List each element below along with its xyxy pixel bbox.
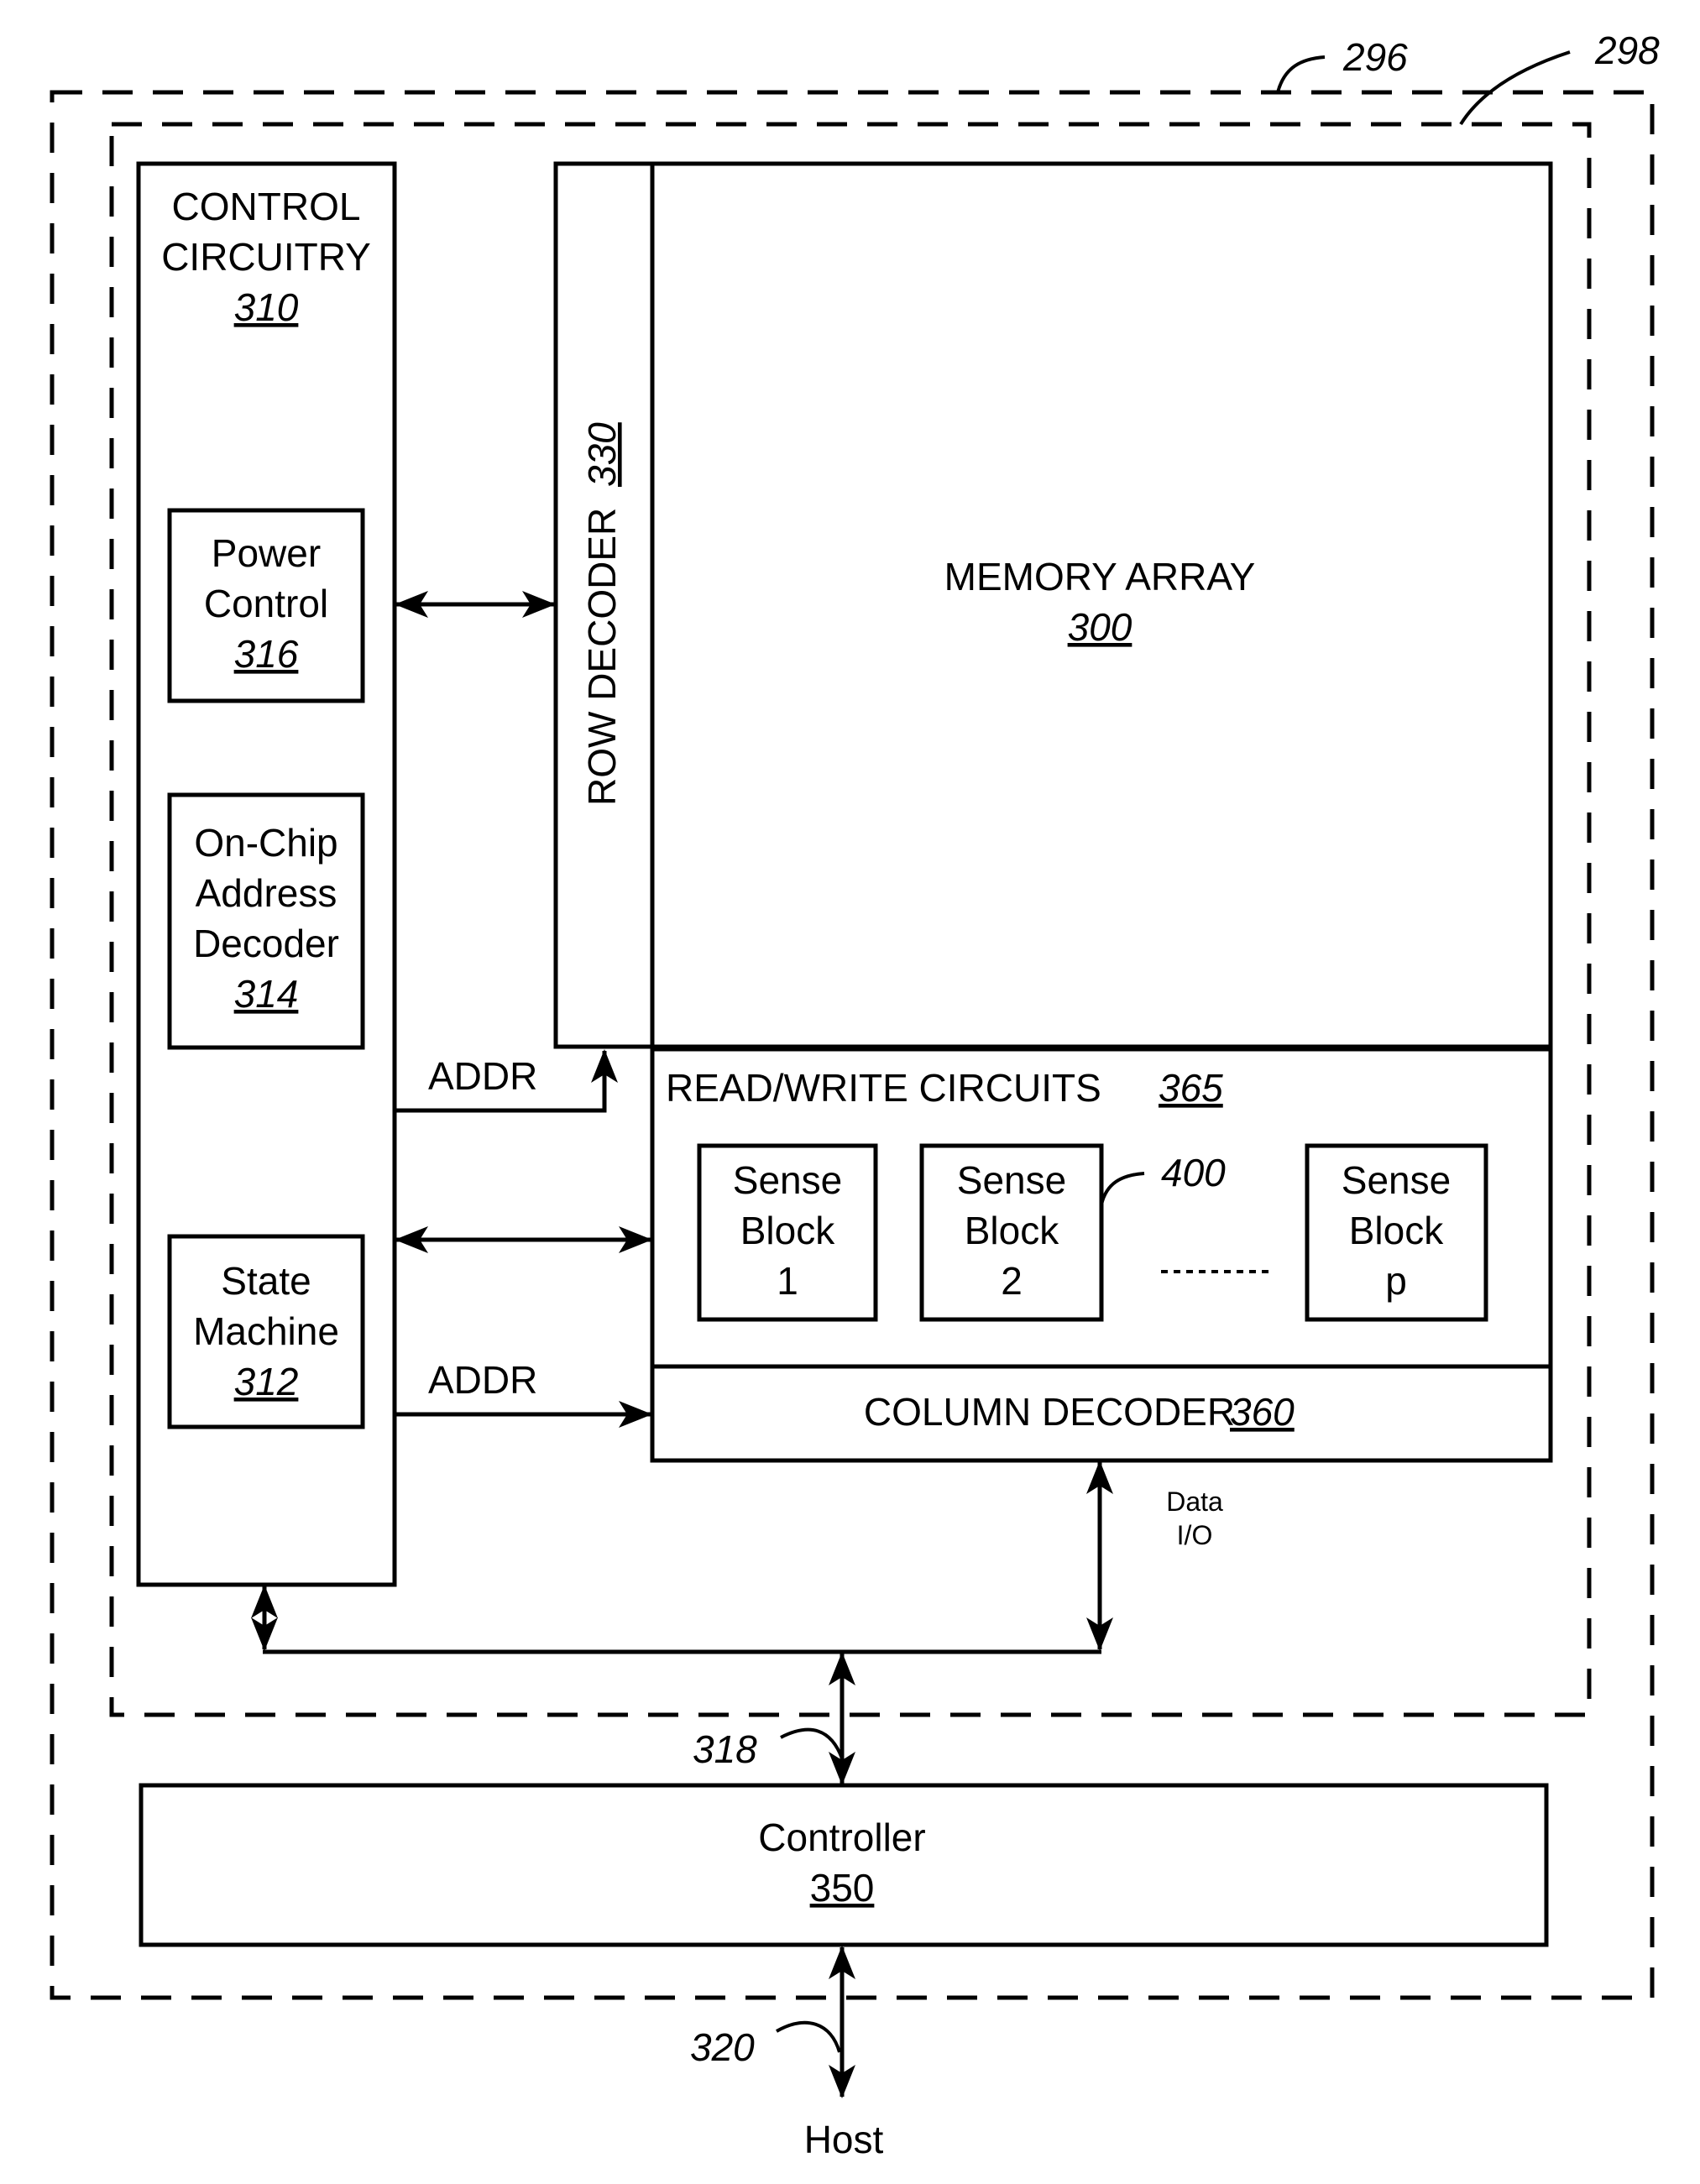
control-circuitry-ref: 310	[234, 285, 299, 329]
control-circuitry-title-2: CIRCUITRY	[161, 235, 371, 279]
callout-400: 400	[1161, 1151, 1226, 1194]
sense-block-2: Sense Block 2	[919, 1143, 1104, 1322]
address-decoder-line3: Decoder	[193, 922, 339, 965]
memory-array-ref: 300	[1068, 605, 1132, 649]
controller-ref: 350	[810, 1866, 875, 1910]
data-io-label-1: Data	[1166, 1486, 1223, 1517]
state-machine-block: State Machine 312	[167, 1234, 365, 1429]
state-machine-line1: State	[221, 1259, 311, 1303]
sense-block-1: Sense Block 1	[697, 1143, 878, 1322]
state-machine-ref: 312	[234, 1360, 299, 1403]
address-decoder-line2: Address	[196, 871, 337, 915]
controller-label: Controller	[758, 1816, 925, 1859]
power-control-line2: Control	[204, 582, 328, 625]
callout-320: 320	[690, 2025, 755, 2069]
address-decoder-block: On-Chip Address Decoder 314	[167, 792, 365, 1050]
state-machine-line2: Machine	[193, 1309, 339, 1353]
sense-block-1-line2: Block	[740, 1209, 835, 1252]
column-decoder-label: COLUMN DECODER	[864, 1390, 1235, 1434]
sense-block-1-line3: 1	[777, 1259, 798, 1303]
callout-leader-296	[1276, 55, 1326, 93]
control-circuitry-title-1: CONTROL	[172, 185, 361, 228]
row-decoder-block: ROW DECODER 330	[553, 161, 655, 1049]
row-decoder-ref: 330	[580, 422, 624, 487]
address-decoder-line1: On-Chip	[194, 821, 337, 865]
callout-296: 296	[1342, 35, 1408, 79]
callout-leader-318	[780, 1727, 844, 1759]
callout-298: 298	[1594, 29, 1660, 72]
read-write-ref: 365	[1159, 1066, 1223, 1110]
column-decoder-ref: 360	[1230, 1390, 1295, 1434]
sense-block-2-line1: Sense	[957, 1158, 1066, 1202]
sense-block-p: Sense Block p	[1305, 1143, 1488, 1322]
host-label: Host	[804, 2118, 884, 2161]
memory-array-label: MEMORY ARRAY	[944, 555, 1256, 598]
column-decoder-block: COLUMN DECODER 360	[650, 1364, 1553, 1463]
row-decoder-label: ROW DECODER	[580, 508, 624, 806]
sense-block-p-line3: p	[1385, 1259, 1407, 1303]
power-control-block: Power Control 316	[167, 508, 365, 703]
callout-leader-298	[1459, 50, 1571, 126]
addr-label-lower: ADDR	[428, 1358, 537, 1402]
sense-block-1-line1: Sense	[733, 1158, 842, 1202]
memory-array-block: MEMORY ARRAY 300	[650, 161, 1553, 1049]
sense-block-2-line3: 2	[1001, 1259, 1023, 1303]
sense-block-p-line2: Block	[1349, 1209, 1444, 1252]
power-control-ref: 316	[234, 632, 299, 676]
sense-block-2-line2: Block	[965, 1209, 1059, 1252]
addr-label-upper: ADDR	[428, 1054, 537, 1098]
memory-system-diagram: 296 298 CONTROL CIRCUITRY 310 Power Cont…	[50, 29, 1660, 2161]
read-write-label: READ/WRITE CIRCUITS	[666, 1066, 1101, 1110]
address-decoder-ref: 314	[234, 972, 299, 1016]
callout-leader-320	[776, 2020, 841, 2053]
controller-block: Controller 350	[139, 1783, 1549, 1947]
data-io-label-2: I/O	[1177, 1520, 1213, 1550]
callout-318: 318	[693, 1727, 757, 1771]
power-control-line1: Power	[212, 531, 321, 575]
sense-block-p-line1: Sense	[1342, 1158, 1451, 1202]
